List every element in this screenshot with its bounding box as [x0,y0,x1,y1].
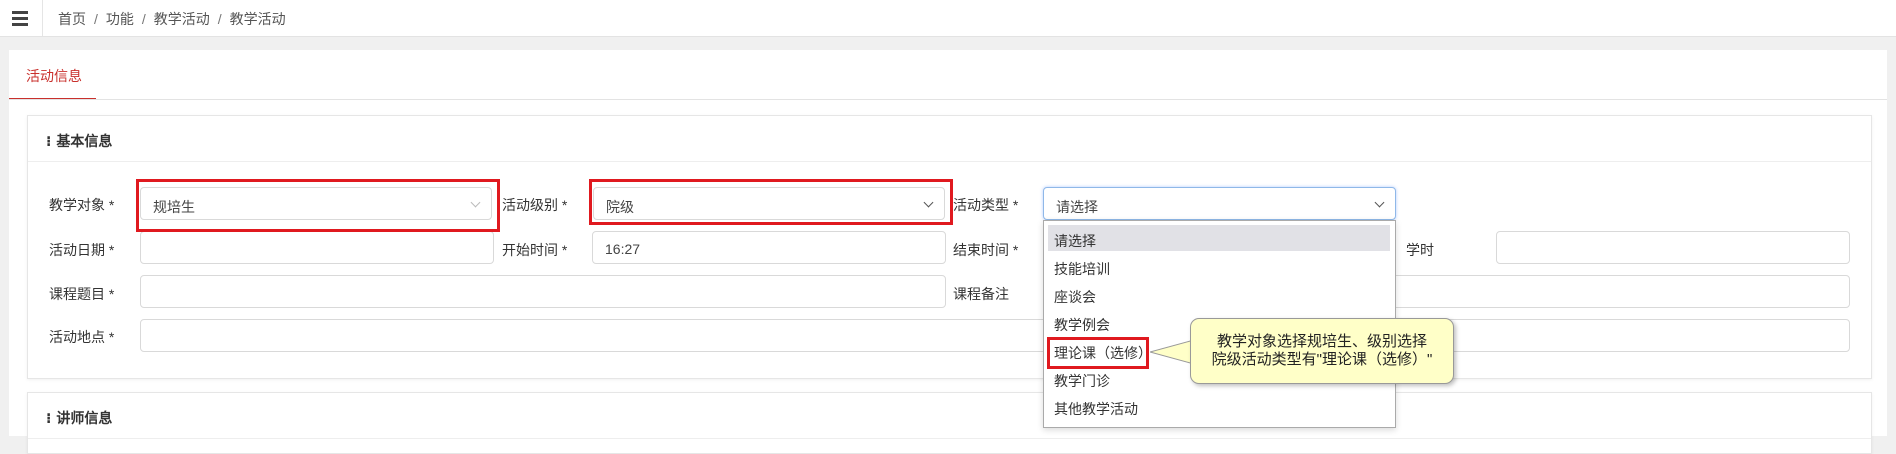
hours-label: 学时 [1406,242,1434,258]
activity-type-select[interactable]: 请选择 [1043,187,1396,220]
course-title-label: 课程题目 * [49,286,115,302]
card-header: 基本信息 [28,116,1871,162]
card-header: 讲师信息 [28,393,1871,439]
annotation-callout: 教学对象选择规培生、级别选择 院级活动类型有"理论课（选修）" [1190,318,1454,384]
breadcrumb-item-current: 教学活动 [229,11,286,27]
highlight-activity-level [589,179,953,225]
start-time-input[interactable]: 16:27 [592,231,946,264]
section-title: 讲师信息 [46,408,112,428]
option-skills-training[interactable]: 技能培训 [1048,253,1390,279]
callout-line-2: 院级活动类型有"理论课（选修）" [1211,351,1433,368]
location-input[interactable] [140,319,1850,352]
course-title-input[interactable] [140,275,946,308]
course-note-label: 课程备注 [953,286,1009,302]
start-time-label: 开始时间 * [502,242,568,258]
highlight-teaching-object [136,179,500,232]
top-bar: 首页 / 功能 / 教学活动 / 教学活动 [0,0,1896,37]
breadcrumb-item-activities[interactable]: 教学活动 [154,11,210,27]
end-time-label: 结束时间 * [953,242,1019,258]
tab-activity-info[interactable]: 活动信息 [9,50,96,100]
activity-level-label: 活动级别 * [502,197,568,213]
option-seminar[interactable]: 座谈会 [1048,281,1390,307]
highlight-theory-elective [1047,337,1149,369]
breadcrumb: 首页 / 功能 / 教学活动 / 教学活动 [58,11,286,27]
activity-date-label: 活动日期 * [49,242,115,258]
option-other-activities[interactable]: 其他教学活动 [1048,393,1390,419]
option-please-select[interactable]: 请选择 [1048,225,1390,251]
breadcrumb-item-home[interactable]: 首页 [58,11,86,27]
section-title: 基本信息 [46,131,112,151]
hours-input[interactable] [1496,231,1850,264]
tab-divider [9,99,1887,100]
topbar-divider [42,0,43,36]
callout-line-1: 教学对象选择规培生、级别选择 [1216,333,1427,350]
lecturer-info-card: 讲师信息 [27,392,1872,454]
breadcrumb-item-features[interactable]: 功能 [106,11,134,27]
location-label: 活动地点 * [49,329,115,345]
activity-type-label: 活动类型 * [953,197,1019,213]
callout-pointer-icon [1150,339,1194,365]
teaching-object-label: 教学对象 * [49,197,115,213]
activity-date-input[interactable] [140,231,494,264]
menu-icon[interactable] [8,6,34,30]
